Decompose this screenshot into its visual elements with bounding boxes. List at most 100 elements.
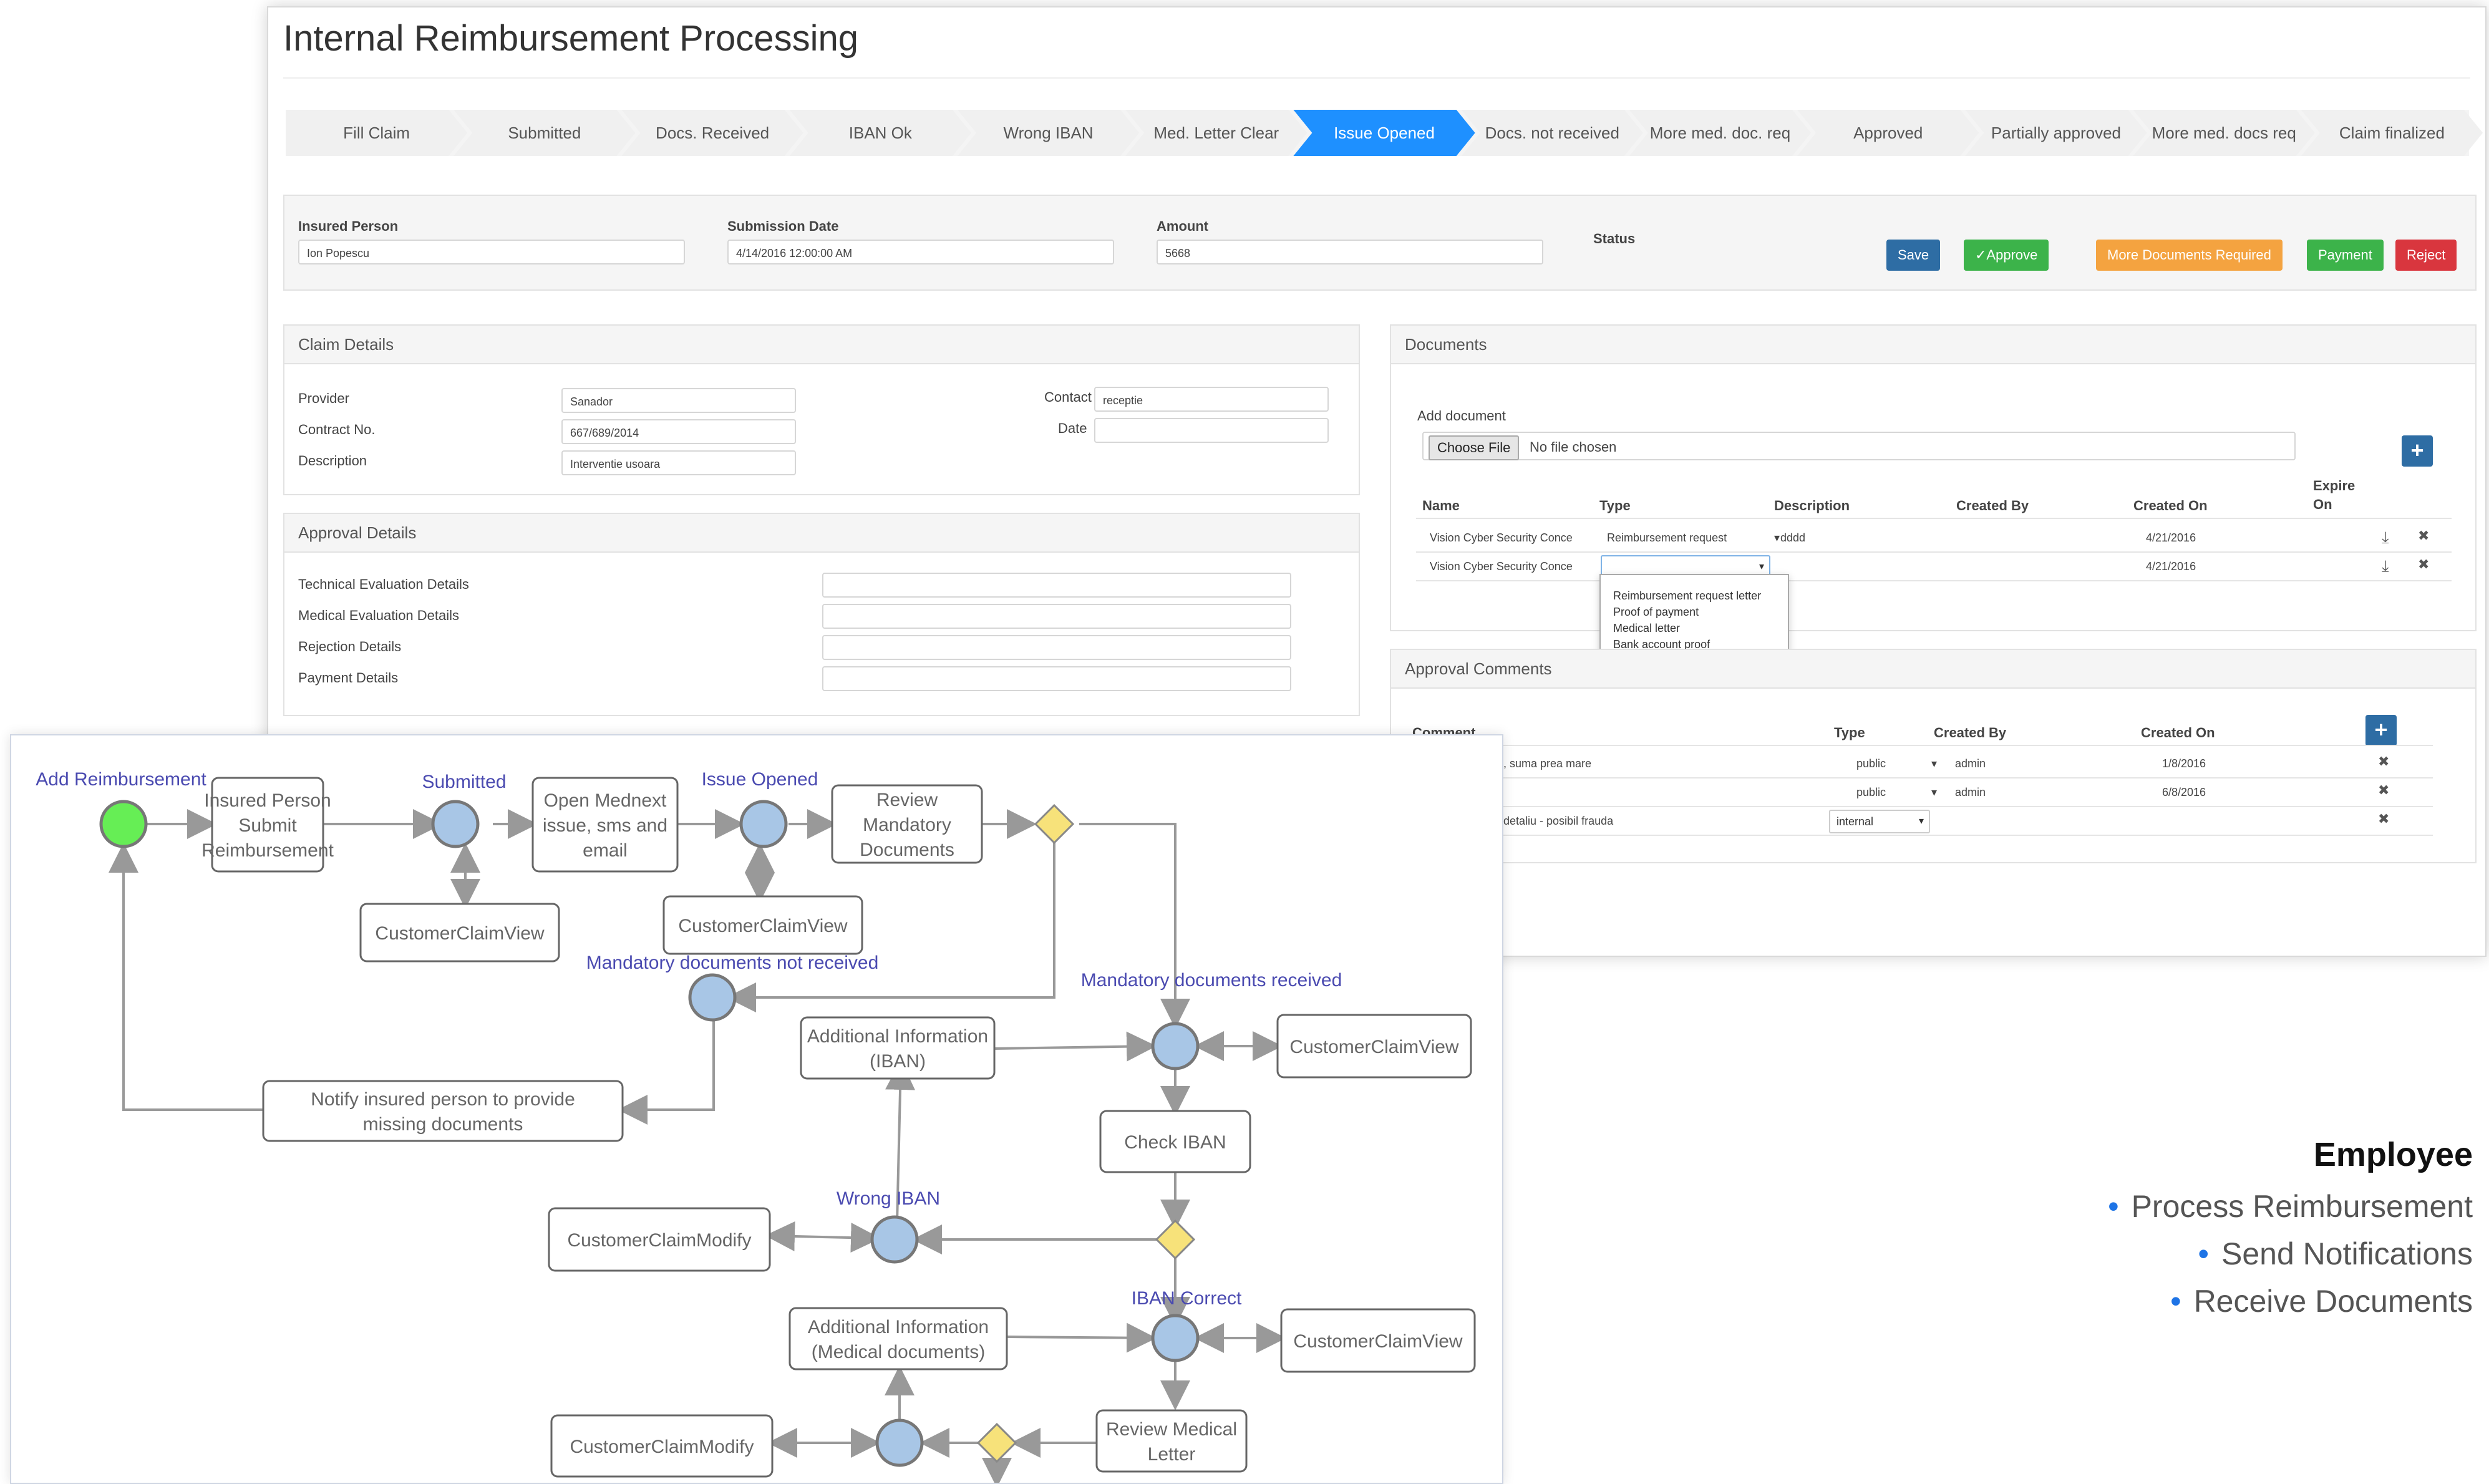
status-label: Status: [1593, 231, 1636, 246]
date-input[interactable]: [1094, 418, 1329, 443]
workflow-state-label: Mandatory documents not received: [586, 953, 879, 973]
documents-panel: Documents Add document Choose File No fi…: [1390, 324, 2477, 631]
workflow-box-label: Notify insured person to provide: [311, 1089, 575, 1110]
amount-input[interactable]: 5668: [1157, 240, 1543, 264]
step-more-med-doc-req[interactable]: More med. doc. req: [1629, 110, 1811, 156]
payment-button[interactable]: Payment: [2307, 240, 2384, 271]
step-submitted[interactable]: Submitted: [454, 110, 635, 156]
workflow-box-label: Additional Information: [807, 1026, 988, 1047]
workflow-state-issue-opened: [739, 800, 788, 848]
claim-details-title: Claim Details: [284, 326, 1359, 364]
workflow-connector: [994, 1031, 1157, 1062]
dropdown-option[interactable]: Reimbursement request letter: [1601, 588, 1788, 604]
title-divider: [283, 77, 2470, 79]
documents-title: Documents: [1391, 326, 2475, 364]
workflow-box-label: Open Mednext: [544, 790, 667, 811]
step-med-letter-clear[interactable]: Med. Letter Clear: [1125, 110, 1307, 156]
workflow-box-label: CustomerClaimView: [678, 916, 848, 936]
submission-date-input[interactable]: 4/14/2016 12:00:00 AM: [727, 240, 1114, 264]
approval-details-panel: Approval Details Technical Evaluation De…: [283, 513, 1360, 716]
submission-date-label: Submission Date: [727, 218, 839, 234]
chevron-down-icon[interactable]: ▾: [1931, 786, 1937, 799]
step-wrong-iban[interactable]: Wrong IBAN: [958, 110, 1139, 156]
approval-detail-input[interactable]: [822, 604, 1291, 629]
workflow-connector: [618, 1014, 715, 1125]
download-icon[interactable]: ⤓: [2382, 528, 2389, 548]
add-comment-button[interactable]: +: [2365, 715, 2397, 746]
approval-detail-input[interactable]: [822, 573, 1291, 598]
step-docs-not-received[interactable]: Docs. not received: [1462, 110, 1643, 156]
step-more-med-docs-req[interactable]: More med. docs req: [2133, 110, 2315, 156]
workflow-box-label: Mandatory: [863, 815, 951, 835]
dropdown-option[interactable]: Proof of payment: [1601, 604, 1788, 620]
trash-icon[interactable]: ✖: [2378, 782, 2389, 798]
chevron-down-icon[interactable]: ▾: [1931, 757, 1937, 770]
more-documents-required-button[interactable]: More Documents Required: [2096, 240, 2283, 271]
workflow-box-label: missing documents: [363, 1114, 523, 1135]
step-fill-claim[interactable]: Fill Claim: [286, 110, 467, 156]
insured-person-label: Insured Person: [298, 218, 399, 234]
comment-created-by-cell: admin: [1955, 786, 1986, 798]
workflow-state-label: Add Reimbursement: [36, 769, 206, 790]
employee-role-item: • Send Notifications: [2108, 1230, 2473, 1278]
save-button[interactable]: Save: [1886, 240, 1941, 271]
workflow-box-label: Letter: [1148, 1444, 1196, 1465]
comment-col-created-on: Created On: [2141, 725, 2215, 740]
trash-icon[interactable]: ✖: [2418, 528, 2429, 544]
doc-row-divider: [1416, 580, 2452, 581]
doc-col-expire-on: On: [2313, 497, 2332, 512]
workflow-box-label: Documents: [860, 840, 954, 860]
step-docs-received[interactable]: Docs. Received: [621, 110, 803, 156]
workflow-state-docs-received: [1151, 1022, 1200, 1070]
date-label: Date: [1058, 420, 1087, 436]
contract-no-label: Contract No.: [298, 422, 376, 437]
workflow-state-label: IBAN Correct: [1132, 1288, 1242, 1309]
step-partially-approved[interactable]: Partially approved: [1965, 110, 2147, 156]
step-issue-opened[interactable]: Issue Opened: [1293, 110, 1475, 156]
comment-col-type: Type: [1834, 725, 1865, 740]
trash-icon[interactable]: ✖: [2378, 811, 2389, 827]
workflow-diagram: Insured Person Submit Reimbursement Open Me…: [10, 734, 1503, 1484]
description-label: Description: [298, 453, 367, 468]
workflow-state-label: Submitted: [422, 772, 506, 792]
approval-detail-input[interactable]: [822, 666, 1291, 691]
provider-label: Provider: [298, 390, 349, 406]
reject-button[interactable]: Reject: [2395, 240, 2457, 271]
employee-role-text: Receive Documents: [2193, 1284, 2473, 1319]
dropdown-option[interactable]: Medical letter: [1601, 620, 1788, 636]
workflow-box-label: email: [583, 840, 628, 861]
contact-input[interactable]: receptie: [1094, 387, 1329, 412]
step-claim-finalized[interactable]: Claim finalized: [2301, 110, 2483, 156]
workflow-box-label: CustomerClaimView: [375, 923, 545, 944]
contract-no-input[interactable]: 667/689/2014: [561, 419, 796, 444]
provider-input[interactable]: Sanador: [561, 388, 796, 413]
comment-type-cell: public: [1856, 786, 1886, 798]
workflow-state-iban-correct: [1151, 1314, 1200, 1362]
employee-role-item: • Process Reimbursement: [2108, 1183, 2473, 1230]
download-icon[interactable]: ⤓: [2382, 556, 2389, 576]
step-approved[interactable]: Approved: [1797, 110, 1979, 156]
step-iban-ok[interactable]: IBAN Ok: [790, 110, 971, 156]
doc-table-rule: [1416, 518, 2452, 519]
comment-type-select[interactable]: internal ▾: [1829, 810, 1930, 833]
choose-file-button[interactable]: Choose File: [1429, 435, 1520, 460]
employee-role-text: Send Notifications: [2221, 1236, 2473, 1271]
workflow-state-label: Mandatory documents received: [1081, 970, 1342, 991]
no-file-chosen-text: No file chosen: [1530, 439, 1617, 455]
workflow-connector: [1079, 823, 1190, 1029]
status-step-bar: Fill Claim Submitted Docs. Received IBAN Ok…: [286, 110, 2469, 156]
approve-button[interactable]: ✓Approve: [1964, 240, 2049, 271]
doc-description-cell: dddd: [1780, 531, 1806, 544]
doc-type-caret-icon[interactable]: ▾: [1774, 531, 1780, 545]
insured-person-input[interactable]: Ion Popescu: [298, 240, 685, 264]
add-document-button[interactable]: +: [2402, 435, 2433, 467]
doc-created-on-cell: 4/21/2016: [2146, 560, 2196, 573]
description-input[interactable]: Interventie usoara: [561, 450, 796, 475]
workflow-connector: [765, 1221, 881, 1253]
workflow-box-label: CustomerClaimModify: [570, 1437, 754, 1457]
trash-icon[interactable]: ✖: [2378, 754, 2389, 770]
approval-detail-input[interactable]: [822, 635, 1291, 660]
workflow-box-label: Check IBAN: [1124, 1132, 1226, 1153]
trash-icon[interactable]: ✖: [2418, 556, 2429, 573]
workflow-state-wrong-iban: [870, 1215, 919, 1264]
